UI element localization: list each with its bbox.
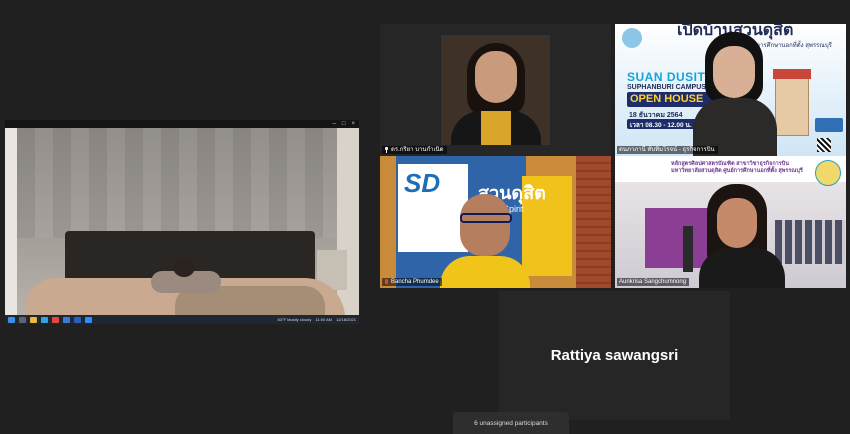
edge-icon[interactable]: [41, 316, 48, 323]
participant-name-label: Aunkrisa Sangchumnong: [617, 278, 690, 286]
start-icon[interactable]: [8, 316, 15, 323]
participant-name: Aunkrisa Sangchumnong: [619, 279, 687, 285]
participant-tile-3[interactable]: SD สวนดุสิต Dusit Spirit Bancha Phumdee: [380, 156, 611, 288]
participant-figure: [699, 248, 785, 288]
university-logo: SD: [404, 168, 441, 198]
file-explorer-icon[interactable]: [30, 316, 37, 323]
audio-participant-tile[interactable]: Rattiya sawangsri: [499, 291, 730, 420]
participant-name: ดร.กริยา บานกำเนิด: [391, 147, 444, 153]
shared-screen-view[interactable]: – □ × 83°F Mostly cloudy 11:50 AM 12/18/…: [5, 120, 359, 324]
bedroom-video-feed: [5, 128, 359, 315]
participant-tile-2[interactable]: เปิดบ้านสวนดุสิต ศูนย์การศึกษานอกที่ตั้ง…: [615, 24, 846, 156]
qr-code: [817, 138, 831, 152]
building-illustration: [773, 69, 811, 136]
weather-status[interactable]: 83°F Mostly cloudy: [278, 317, 312, 322]
minimize-icon[interactable]: –: [333, 120, 336, 128]
shared-window-titlebar: – □ ×: [5, 120, 359, 128]
participant-name-label: ดร.กริยา บานกำเนิด: [382, 146, 447, 154]
maximize-icon[interactable]: □: [342, 120, 346, 128]
chrome-icon[interactable]: [52, 316, 59, 323]
unassigned-participants-tab[interactable]: 6 unassigned participants: [453, 412, 569, 434]
participant-tile-1[interactable]: ดร.กริยา บานกำเนิด: [380, 24, 611, 156]
camera-tripod: [683, 226, 693, 272]
banner-subtitle: SUPHANBURI CAMPUS: [627, 84, 706, 91]
participant-name-label: ดนภาภานี ทับทิมโรจน์ - ธุรกิจการบิน: [617, 146, 718, 154]
clock-time[interactable]: 11:50 AM: [315, 317, 332, 322]
close-icon[interactable]: ×: [351, 120, 355, 128]
search-icon[interactable]: [19, 316, 26, 323]
banner-title: SUAN DUSIT: [627, 70, 706, 84]
mic-muted-icon: [384, 279, 389, 285]
zoom-icon[interactable]: [85, 316, 92, 323]
windows-taskbar: 83°F Mostly cloudy 11:50 AM 12/18/2021: [5, 315, 359, 324]
banner-time: เวลา 08.30 - 12.00 น.: [630, 122, 692, 129]
banner-badge: [815, 118, 843, 132]
word-icon[interactable]: [74, 316, 81, 323]
unassigned-participants-label: 6 unassigned participants: [474, 419, 548, 427]
background-header-text: หลักสูตรศิลปศาสตรบัณฑิต สาขาวิชาธุรกิจกา…: [671, 161, 803, 174]
participant-name: ดนภาภานี ทับทิมโรจน์ - ธุรกิจการบิน: [619, 147, 715, 153]
participant-figure: [440, 256, 530, 288]
university-logo: [621, 27, 643, 49]
banner-open-house: OPEN HOUSE: [630, 93, 704, 105]
pin-icon: [384, 147, 389, 153]
mail-icon[interactable]: [63, 316, 70, 323]
glasses-icon: [460, 213, 512, 223]
university-logo: [815, 160, 841, 186]
participant-photo: [441, 35, 550, 145]
participant-name: Bancha Phumdee: [391, 279, 439, 285]
clock-date[interactable]: 12/18/2021: [336, 317, 356, 322]
participant-name: Rattiya sawangsri: [550, 347, 679, 364]
participant-tile-4[interactable]: หลักสูตรศิลปศาสตรบัณฑิต สาขาวิชาธุรกิจกา…: [615, 156, 846, 288]
participant-name-label: Bancha Phumdee: [382, 278, 442, 286]
